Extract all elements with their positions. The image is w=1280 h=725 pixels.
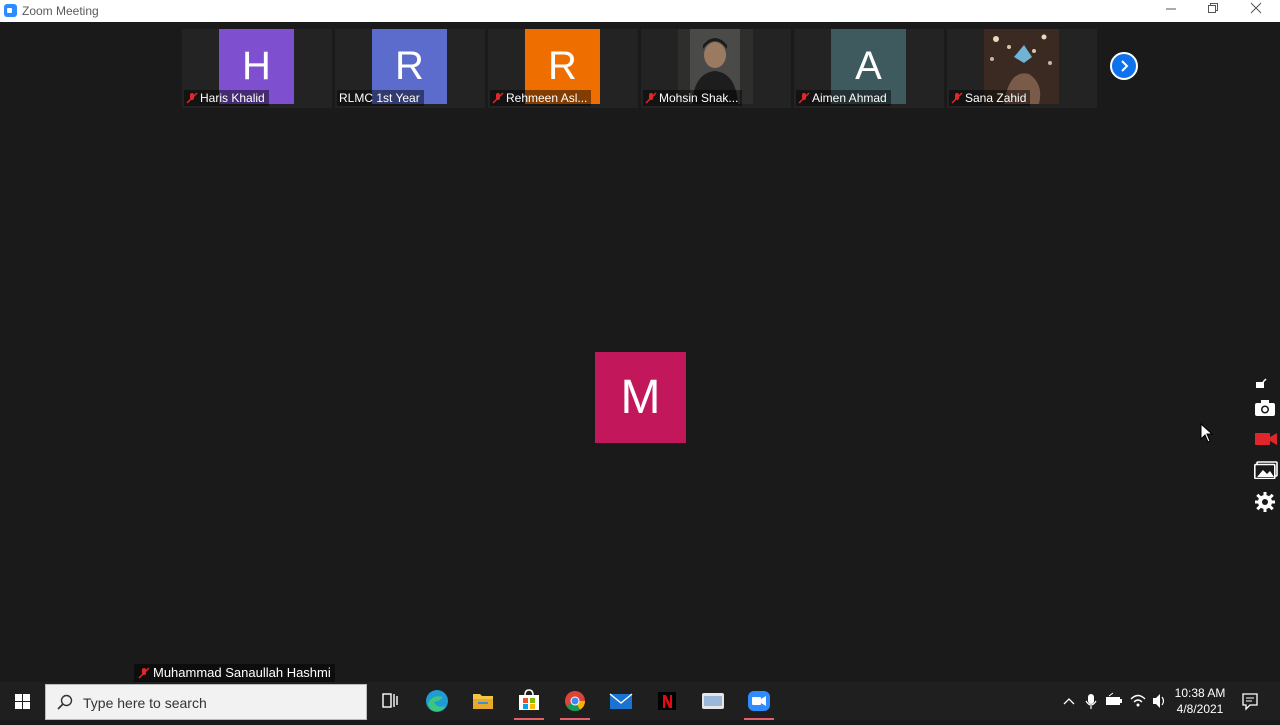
gallery-tool[interactable] [1254,461,1278,483]
video-camera-icon [1255,433,1277,445]
participant-thumbnail[interactable]: Mohsin Shak... [641,29,791,108]
camera-icon [1255,400,1275,416]
clock-time: 10:38 AM [1174,686,1226,700]
network-tray-button[interactable] [1128,682,1148,720]
participant-name: Haris Khalid [200,91,265,105]
chevron-up-icon [1063,698,1075,705]
muted-mic-icon [492,92,504,104]
participant-name-tag: Sana Zahid [949,90,1031,106]
task-view-button[interactable] [367,682,413,720]
restore-icon [1208,3,1218,13]
participant-name: RLMC 1st Year [339,91,420,105]
window-app-icon [702,693,724,709]
participant-thumbnail[interactable]: R RLMC 1st Year [335,29,485,108]
active-speaker-name-tag: Muhammad Sanaullah Hashmi [134,664,335,682]
active-speaker-name: Muhammad Sanaullah Hashmi [153,665,331,680]
minimize-button[interactable] [1150,0,1192,22]
volume-tray-button[interactable] [1150,682,1168,720]
store-bag-icon [519,689,539,710]
windows-logo-icon [15,694,30,709]
chevron-right-icon [1121,60,1129,72]
start-button[interactable] [0,682,45,720]
taskbar-clock[interactable]: 10:38 AM 4/8/2021 [1170,685,1230,717]
taskbar-mail[interactable] [598,682,644,720]
clock-date: 4/8/2021 [1176,702,1224,716]
muted-mic-icon [951,92,963,104]
folder-icon [473,694,493,709]
taskbar: Type here to search 10:38 AM 4/8/2021 [0,682,1280,720]
gallery-icon [1254,461,1278,480]
pin-tool[interactable] [1254,378,1278,400]
participant-thumbnail[interactable]: A Aimen Ahmad [794,29,944,108]
participant-name-tag: Haris Khalid [184,90,269,106]
muted-mic-icon [186,92,198,104]
settings-tool[interactable] [1254,491,1278,513]
netflix-icon [658,692,676,710]
microphone-tray-button[interactable] [1082,682,1100,720]
participant-name-tag: RLMC 1st Year [337,90,424,106]
next-page-button[interactable] [1110,52,1138,80]
close-icon [1250,2,1262,14]
taskbar-search-box[interactable]: Type here to search [45,684,367,720]
participant-name-tag: Aimen Ahmad [796,90,891,106]
task-view-icon [382,693,398,708]
taskbar-zoom[interactable] [736,682,782,720]
participant-name-tag: Mohsin Shak... [643,90,743,106]
muted-mic-icon [798,92,810,104]
muted-mic-icon [645,92,657,104]
participant-name: Sana Zahid [965,91,1027,105]
notification-icon [1242,693,1258,711]
active-speaker-avatar: M [595,352,686,443]
participant-thumbnail[interactable]: H Haris Khalid [182,29,332,108]
taskbar-chrome[interactable] [552,682,598,720]
battery-icon [1106,692,1122,705]
taskbar-edge[interactable] [414,682,460,720]
taskbar-file-explorer[interactable] [460,682,506,720]
edge-browser-icon [426,690,448,712]
chrome-icon [565,691,586,712]
screenshot-tool[interactable] [1254,399,1278,421]
participant-thumbnail[interactable]: Sana Zahid [947,29,1097,108]
participant-name: Aimen Ahmad [812,91,887,105]
mouse-cursor-icon [1200,423,1214,443]
participant-name: Mohsin Shak... [659,91,739,105]
wifi-icon [1130,694,1146,707]
search-placeholder: Type here to search [83,695,207,711]
search-icon [57,694,73,710]
zoom-app-icon [4,4,17,17]
notification-center-button[interactable] [1238,682,1262,720]
participant-name-tag: Rehmeen Asl... [490,90,592,106]
mail-icon [609,693,633,709]
close-button[interactable] [1235,0,1277,22]
pin-icon [1256,378,1267,388]
title-bar: Zoom Meeting [0,0,1280,22]
minimize-icon [1166,8,1176,10]
restore-button[interactable] [1192,0,1234,22]
gear-icon [1255,492,1275,512]
zoom-icon [748,691,770,711]
participant-name: Rehmeen Asl... [506,91,588,105]
taskbar-app[interactable] [690,682,736,720]
muted-mic-icon [138,667,150,679]
window-title: Zoom Meeting [22,4,99,18]
microphone-icon [1085,694,1097,709]
record-tool[interactable] [1254,430,1278,452]
battery-tray-button[interactable] [1104,682,1124,720]
participant-thumbnail[interactable]: R Rehmeen Asl... [488,29,638,108]
taskbar-store[interactable] [506,682,552,720]
taskbar-netflix[interactable] [644,682,690,720]
speaker-icon [1153,694,1165,708]
show-hidden-icons-button[interactable] [1060,682,1078,720]
